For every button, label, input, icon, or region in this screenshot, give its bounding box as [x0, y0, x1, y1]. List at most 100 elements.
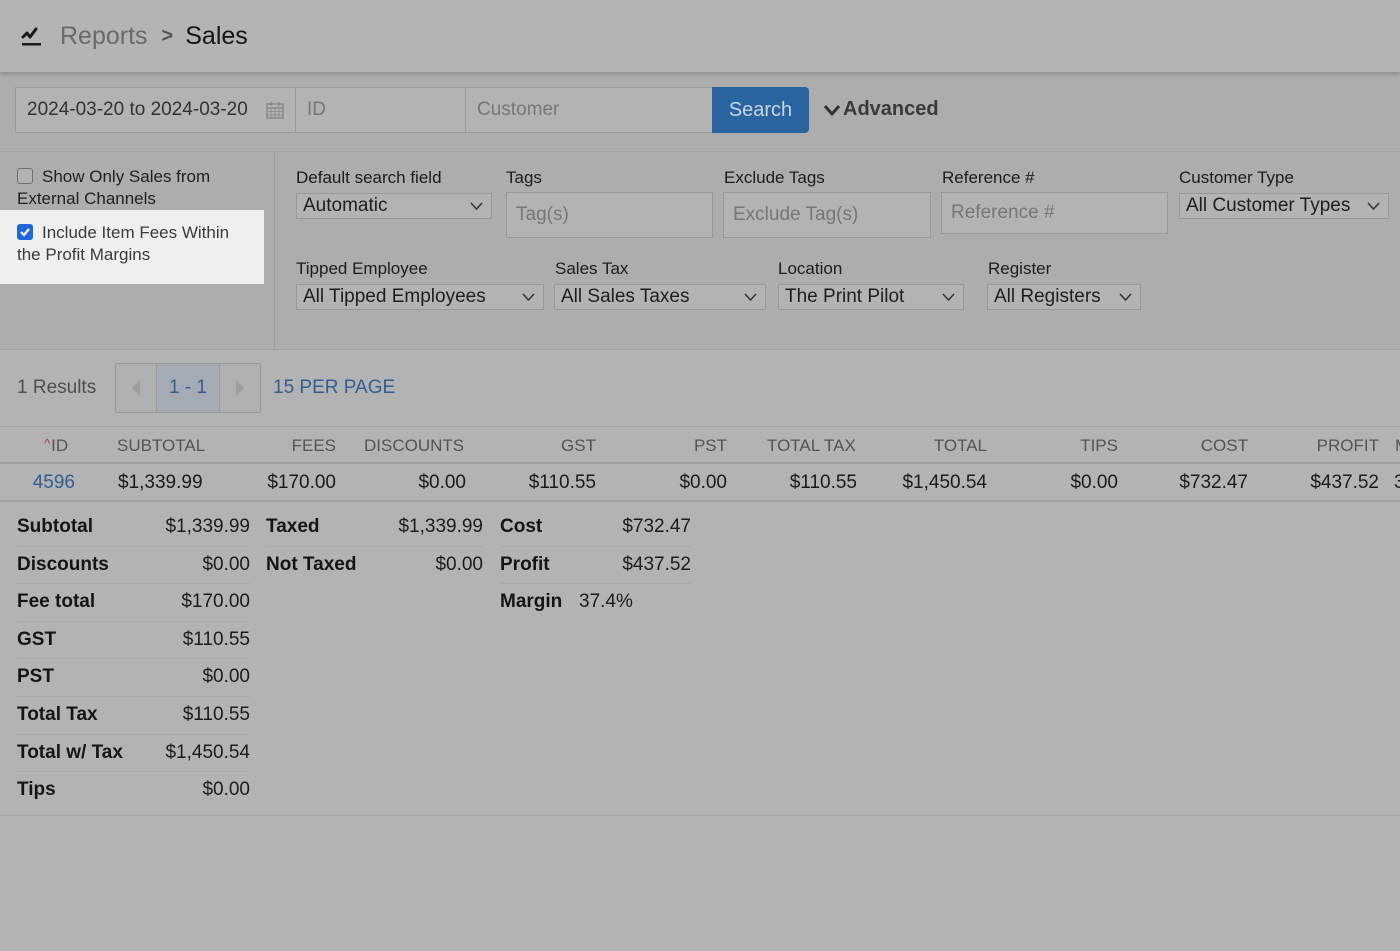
tags-label: Tags: [506, 168, 542, 187]
summary-value: $1,339.99: [165, 516, 250, 537]
summary-label: Fee total: [17, 591, 96, 613]
caret-right-icon: [236, 380, 244, 396]
id-input[interactable]: ID: [295, 87, 466, 133]
column-header-total[interactable]: TOTAL: [934, 436, 987, 456]
caret-left-icon: [132, 380, 140, 396]
location-select[interactable]: The Print Pilot: [778, 284, 964, 310]
table-header: ^ID SUBTOTAL FEES DISCOUNTS GST PST TOTA…: [0, 426, 1400, 464]
cell-pst: $0.00: [679, 472, 727, 493]
chevron-down-icon: [522, 293, 535, 302]
column-header-subtotal[interactable]: SUBTOTAL: [117, 436, 205, 456]
summary-label: Subtotal: [17, 516, 93, 537]
chevron-down-icon: [1119, 293, 1132, 302]
tipped-employee-label: Tipped Employee: [296, 259, 428, 278]
summary-value: $0.00: [202, 666, 250, 688]
chevron-down-icon: [744, 293, 757, 302]
register-value: All Registers: [994, 286, 1101, 307]
advanced-toggle[interactable]: Advanced: [823, 98, 939, 121]
column-header-pst[interactable]: PST: [694, 436, 727, 456]
search-button[interactable]: Search: [712, 87, 809, 133]
prev-page-button[interactable]: [116, 364, 156, 412]
include-fees-checkbox[interactable]: [17, 224, 33, 240]
next-page-button[interactable]: [220, 364, 260, 412]
summary-row: Margin 37.4%: [500, 584, 691, 622]
exclude-tags-input[interactable]: Exclude Tag(s): [723, 192, 931, 238]
customer-input[interactable]: Customer: [465, 87, 713, 133]
summary-row: Cost $732.47: [500, 509, 691, 547]
date-range-input[interactable]: 2024-03-20 to 2024-03-20: [15, 87, 296, 133]
breadcrumb-reports[interactable]: Reports: [60, 22, 148, 51]
column-header-fees[interactable]: FEES: [292, 436, 336, 456]
cell-gst: $110.55: [528, 472, 596, 493]
results-count: 1 Results: [17, 377, 97, 398]
breadcrumb-separator: >: [161, 24, 174, 47]
summary-label: Taxed: [266, 516, 320, 537]
location-label: Location: [778, 259, 843, 278]
column-header-tips[interactable]: TIPS: [1080, 436, 1118, 456]
tipped-employee-select[interactable]: All Tipped Employees: [296, 284, 544, 310]
chevron-down-icon: [823, 104, 841, 116]
column-header-profit[interactable]: PROFIT: [1317, 436, 1379, 456]
sales-tax-select[interactable]: All Sales Taxes: [554, 284, 766, 310]
summary-row: Total Tax $110.55: [17, 697, 250, 735]
sales-tax-label: Sales Tax: [555, 259, 629, 278]
summary-label: Not Taxed: [266, 553, 357, 575]
column-header-margin[interactable]: M: [1395, 436, 1400, 456]
external-channels-checkbox[interactable]: [17, 168, 33, 184]
tipped-employee-value: All Tipped Employees: [303, 286, 486, 307]
per-page-selector[interactable]: 15 PER PAGE: [273, 377, 395, 399]
sort-ascending-icon: ^: [44, 436, 51, 451]
cell-total: $1,450.54: [902, 472, 987, 493]
summary-row: Tips $0.00: [17, 772, 250, 810]
summary-label: Total w/ Tax: [17, 741, 123, 763]
summary-label: Cost: [500, 516, 543, 537]
summary-label: Margin: [500, 591, 563, 613]
column-header-id[interactable]: ^ID: [44, 436, 68, 456]
summary-label: Profit: [500, 553, 550, 575]
advanced-label: Advanced: [843, 98, 939, 120]
customer-type-select[interactable]: All Customer Types: [1179, 193, 1389, 219]
summary-value: $437.52: [622, 553, 691, 575]
include-fees-option[interactable]: Include Item Fees Within the Profit Marg…: [17, 222, 257, 266]
summary-label: PST: [17, 666, 54, 688]
tags-placeholder: Tag(s): [516, 204, 569, 225]
pagination: 1 - 1: [115, 363, 261, 413]
external-channels-label: Show Only Sales from External Channels: [17, 167, 211, 208]
register-select[interactable]: All Registers: [987, 284, 1141, 310]
sale-id-link[interactable]: 4596: [33, 472, 75, 494]
summary-row: Not Taxed $0.00: [266, 547, 483, 585]
cell-margin: 3: [1394, 472, 1400, 493]
column-header-cost[interactable]: COST: [1201, 436, 1248, 456]
summary-row: Taxed $1,339.99: [266, 509, 483, 547]
external-channels-option[interactable]: Show Only Sales from External Channels: [17, 166, 257, 210]
summary-label: Total Tax: [17, 703, 98, 725]
summary-divider: [0, 815, 1400, 816]
cell-discounts: $0.00: [418, 472, 466, 493]
summary-value: $170.00: [181, 591, 250, 613]
summary-label: GST: [17, 628, 57, 650]
column-header-id-label: ID: [51, 436, 69, 455]
options-column: Show Only Sales from External Channels I…: [0, 152, 275, 350]
advanced-filters-panel: Show Only Sales from External Channels I…: [0, 152, 1400, 350]
exclude-tags-label: Exclude Tags: [724, 168, 825, 187]
line-chart-icon: [21, 27, 41, 46]
page-title: Sales: [185, 21, 248, 50]
column-header-gst[interactable]: GST: [561, 436, 596, 456]
calendar-icon[interactable]: [265, 100, 285, 120]
id-placeholder: ID: [307, 99, 326, 120]
reference-input[interactable]: Reference #: [941, 192, 1168, 234]
current-page-range: 1 - 1: [156, 364, 220, 412]
cell-subtotal: $1,339.99: [118, 472, 203, 493]
tags-input[interactable]: Tag(s): [506, 192, 713, 238]
summary-value: $0.00: [435, 553, 483, 575]
summary-row: PST $0.00: [17, 659, 250, 697]
column-header-total-tax[interactable]: TOTAL TAX: [767, 436, 856, 456]
cell-fees: $170.00: [267, 472, 336, 493]
table-row: 4596 $1,339.99 $170.00 $0.00 $110.55 $0.…: [0, 464, 1400, 502]
summary-value: $110.55: [182, 628, 250, 650]
sales-tax-value: All Sales Taxes: [561, 286, 690, 307]
summary-profit: Cost $732.47 Profit $437.52 Margin 37.4%: [500, 509, 691, 622]
column-header-discounts[interactable]: DISCOUNTS: [364, 436, 464, 456]
summary-totals: Subtotal $1,339.99 Discounts $0.00 Fee tot…: [17, 509, 250, 810]
default-search-field-select[interactable]: Automatic: [296, 193, 492, 219]
